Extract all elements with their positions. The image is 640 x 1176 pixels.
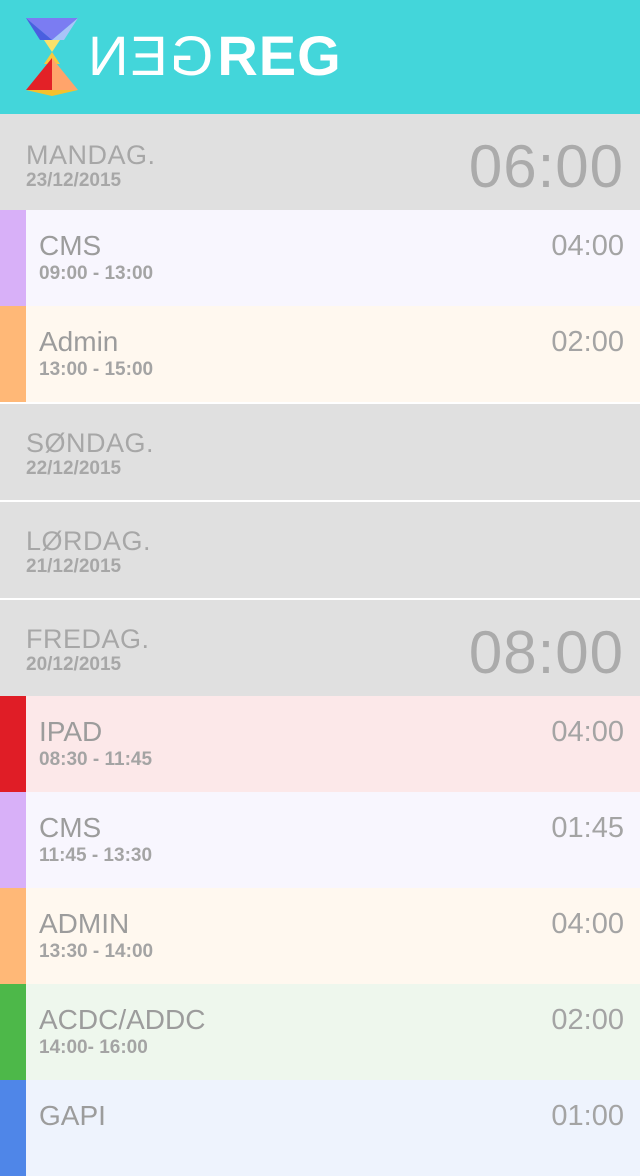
time-entry[interactable]: IPAD 08:30 - 11:45 04:00 — [0, 696, 640, 792]
time-entry[interactable]: ADMIN 13:30 - 14:00 04:00 — [0, 888, 640, 984]
entry-time-range: 08:30 - 11:45 — [39, 749, 153, 770]
day-name: LØRDAG. — [26, 526, 152, 556]
project-color-bar — [0, 210, 26, 306]
day-name: MANDAG. — [26, 140, 156, 170]
entry-duration: 01:00 — [551, 1100, 624, 1132]
project-color-bar — [0, 1080, 26, 1176]
entry-project: Admin — [39, 326, 119, 357]
time-entry[interactable]: GAPI 01:00 — [0, 1080, 640, 1176]
entry-duration: 04:00 — [551, 230, 624, 262]
day-date: 20/12/2015 — [26, 654, 122, 675]
entry-duration: 04:00 — [551, 908, 624, 940]
day-name: FREDAG. — [26, 624, 150, 654]
day-total-hours: 08:00 — [468, 619, 624, 686]
entry-time-range: 14:00- 16:00 — [39, 1037, 148, 1058]
day-name: SØNDAG. — [26, 428, 155, 458]
entry-project: IPAD — [39, 716, 103, 747]
project-color-bar — [0, 888, 26, 984]
day-date: 21/12/2015 — [26, 556, 122, 577]
entry-duration: 01:45 — [551, 812, 624, 844]
entry-project: ADMIN — [39, 908, 130, 939]
entry-duration: 02:00 — [551, 326, 624, 358]
day-header-sunday[interactable]: SØNDAG. 22/12/2015 — [0, 402, 640, 500]
entry-project: CMS — [39, 230, 102, 261]
time-entry[interactable]: Admin 13:00 - 15:00 02:00 — [0, 306, 640, 402]
hourglass-logo-icon — [26, 18, 78, 96]
day-date: 23/12/2015 — [26, 170, 122, 191]
project-color-bar — [0, 306, 26, 402]
entry-time-range: 13:00 - 15:00 — [39, 359, 154, 380]
entry-duration: 04:00 — [551, 716, 624, 748]
day-header-monday[interactable]: MANDAG. 23/12/2015 06:00 — [0, 114, 640, 210]
day-date: 22/12/2015 — [26, 458, 122, 479]
project-color-bar — [0, 984, 26, 1080]
time-entry[interactable]: ACDC/ADDC 14:00- 16:00 02:00 — [0, 984, 640, 1080]
project-color-bar — [0, 792, 26, 888]
project-color-bar — [0, 696, 26, 792]
entry-duration: 02:00 — [551, 1004, 624, 1036]
app-logo: GEN REG — [86, 24, 342, 88]
day-header-friday[interactable]: FREDAG. 20/12/2015 08:00 — [0, 598, 640, 696]
entry-project: ACDC/ADDC — [39, 1004, 206, 1035]
entry-time-range: 11:45 - 13:30 — [39, 845, 153, 866]
day-header-saturday[interactable]: LØRDAG. 21/12/2015 — [0, 500, 640, 598]
entry-time-range: 13:30 - 14:00 — [39, 941, 154, 962]
app-header: GEN REG — [0, 0, 640, 114]
time-entry[interactable]: CMS 09:00 - 13:00 04:00 — [0, 210, 640, 306]
entry-time-range: 09:00 - 13:00 — [39, 263, 154, 284]
entry-project: GAPI — [39, 1100, 106, 1131]
logo-bold-text: REG — [217, 24, 342, 87]
logo-mirrored-text: GEN — [86, 24, 214, 87]
time-registration-list[interactable]: MANDAG. 23/12/2015 06:00 CMS 09:00 - 13:… — [0, 114, 640, 1176]
entry-project: CMS — [39, 812, 102, 843]
time-entry[interactable]: CMS 11:45 - 13:30 01:45 — [0, 792, 640, 888]
day-total-hours: 06:00 — [468, 133, 624, 200]
